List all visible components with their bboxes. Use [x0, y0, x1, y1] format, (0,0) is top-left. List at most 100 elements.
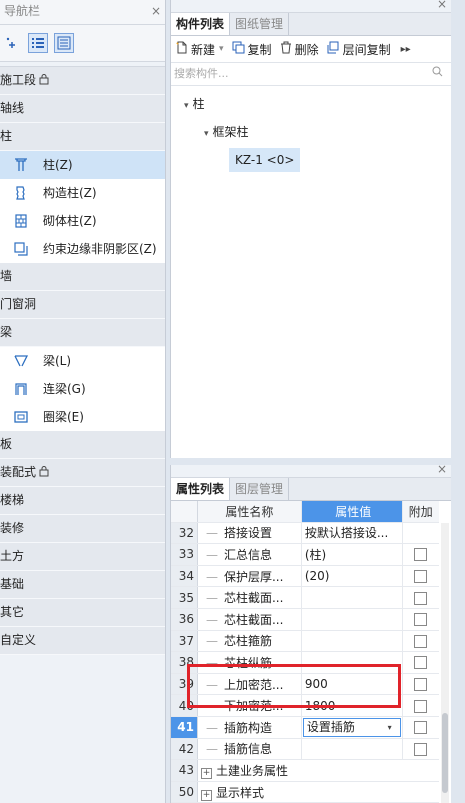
- property-group-row[interactable]: 50 + 显示样式: [171, 781, 439, 803]
- add-checkbox-cell: [402, 543, 439, 566]
- property-row[interactable]: 33— 汇总信息 (柱): [171, 543, 439, 566]
- add-checkbox-cell: [402, 673, 439, 696]
- delete-button[interactable]: 删除: [280, 41, 319, 58]
- nav-item[interactable]: 砌体柱(Z): [0, 207, 165, 235]
- copy-button[interactable]: 复制: [232, 41, 272, 58]
- property-value[interactable]: [301, 738, 403, 761]
- collapse-icon[interactable]: ▾: [204, 129, 209, 139]
- tab-property-list[interactable]: 属性列表: [171, 478, 231, 500]
- nav-title-bar: 导航栏 ×: [0, 0, 165, 25]
- nav-item[interactable]: 约束边缘非阴影区(Z): [0, 235, 165, 263]
- add-checkbox[interactable]: [414, 699, 428, 713]
- add-checkbox[interactable]: [414, 721, 428, 735]
- property-row[interactable]: 35— 芯柱截面...: [171, 586, 439, 609]
- add-checkbox[interactable]: [414, 742, 428, 756]
- add-checkbox-cell: [402, 565, 439, 588]
- property-value[interactable]: [301, 586, 403, 609]
- nav-title: 导航栏: [4, 4, 41, 18]
- row-number: 42: [171, 738, 198, 761]
- property-row[interactable]: 39— 上加密范... 900: [171, 673, 439, 696]
- property-value[interactable]: [301, 630, 403, 653]
- nav-category[interactable]: 墙: [0, 263, 165, 291]
- property-name: — 下加密范...: [197, 694, 302, 717]
- property-value[interactable]: 1800: [301, 694, 403, 717]
- coupling-beam-icon: [12, 380, 30, 398]
- dropdown-icon[interactable]: ▾: [219, 44, 224, 54]
- property-row[interactable]: 40— 下加密范... 1800: [171, 694, 439, 717]
- add-icon[interactable]: [2, 33, 22, 53]
- property-value[interactable]: 900: [301, 673, 403, 696]
- search-icon[interactable]: [432, 63, 443, 85]
- property-row[interactable]: 41— 插筋构造 设置插筋 ▾: [171, 716, 439, 739]
- ring-beam-icon: [12, 408, 30, 426]
- component-tree: ▾ 柱 ▾ 框架柱 KZ-1 <0>: [171, 86, 451, 174]
- tab-layer-management[interactable]: 图层管理: [230, 478, 290, 500]
- tab-drawing-management[interactable]: 图纸管理: [230, 13, 290, 35]
- property-row[interactable]: 34— 保护层厚... (20): [171, 565, 439, 588]
- nav-category[interactable]: 门窗洞: [0, 291, 165, 319]
- nav-category[interactable]: 梁: [0, 319, 165, 347]
- add-checkbox[interactable]: [414, 613, 428, 627]
- nav-category[interactable]: 施工段: [0, 67, 165, 95]
- beam-icon: [12, 352, 30, 370]
- nav-item[interactable]: 连梁(G): [0, 375, 165, 403]
- vertical-scrollbar[interactable]: [441, 523, 449, 803]
- property-value[interactable]: (20): [301, 565, 403, 588]
- add-checkbox[interactable]: [414, 548, 428, 562]
- nav-item[interactable]: 圈梁(E): [0, 403, 165, 431]
- property-row[interactable]: 42— 插筋信息: [171, 738, 439, 761]
- tree-node-kz1[interactable]: KZ-1 <0>: [171, 146, 451, 174]
- nav-category[interactable]: 装配式: [0, 459, 165, 487]
- add-checkbox[interactable]: [414, 591, 428, 605]
- property-row[interactable]: 37— 芯柱箍筋: [171, 630, 439, 653]
- nav-item[interactable]: 柱(Z): [0, 151, 165, 179]
- nav-category[interactable]: 土方: [0, 543, 165, 571]
- close-icon[interactable]: ×: [437, 0, 447, 11]
- property-value[interactable]: [301, 651, 403, 674]
- add-checkbox[interactable]: [414, 634, 428, 648]
- nav-category[interactable]: 基础: [0, 571, 165, 599]
- property-value[interactable]: [301, 608, 403, 631]
- add-checkbox[interactable]: [414, 570, 428, 584]
- panel-header: ×: [171, 465, 451, 478]
- list-view-icon[interactable]: [28, 33, 48, 53]
- search-input[interactable]: 搜索构件...: [171, 63, 451, 86]
- expand-icon[interactable]: +: [200, 767, 212, 779]
- row-number: 37: [171, 630, 198, 653]
- tree-node-column[interactable]: ▾ 柱: [171, 90, 451, 118]
- expand-icon[interactable]: +: [200, 789, 212, 801]
- add-checkbox[interactable]: [414, 678, 428, 692]
- floor-copy-button[interactable]: 层间复制: [327, 41, 391, 58]
- nav-item[interactable]: 梁(L): [0, 347, 165, 375]
- scrollbar-thumb[interactable]: [442, 713, 448, 793]
- more-icon[interactable]: ▸▸: [401, 44, 411, 55]
- dropdown-icon[interactable]: ▾: [388, 719, 392, 736]
- nav-category[interactable]: 柱: [0, 123, 165, 151]
- new-button[interactable]: 新建 ▾: [176, 41, 224, 58]
- collapse-icon[interactable]: ▾: [184, 101, 189, 111]
- property-row[interactable]: 36— 芯柱截面...: [171, 608, 439, 631]
- property-value[interactable]: 设置插筋 ▾: [301, 716, 403, 739]
- nav-item[interactable]: 构造柱(Z): [0, 179, 165, 207]
- tree-node-frame-column[interactable]: ▾ 框架柱: [171, 118, 451, 146]
- add-checkbox[interactable]: [414, 656, 428, 670]
- property-value[interactable]: (柱): [301, 543, 403, 566]
- close-icon[interactable]: ×: [151, 0, 161, 22]
- property-row[interactable]: 38— 芯柱纵筋: [171, 651, 439, 674]
- nav-category[interactable]: 自定义: [0, 627, 165, 655]
- property-value[interactable]: 按默认搭接设...: [301, 522, 403, 545]
- panel-header: ×: [171, 0, 451, 13]
- property-row[interactable]: 32— 搭接设置 按默认搭接设...: [171, 522, 439, 545]
- nav-category[interactable]: 楼梯: [0, 487, 165, 515]
- nav-category[interactable]: 轴线: [0, 95, 165, 123]
- row-number: 38: [171, 651, 198, 674]
- nav-category[interactable]: 装修: [0, 515, 165, 543]
- tab-component-list[interactable]: 构件列表: [171, 13, 231, 35]
- constraint-edge-icon: [12, 240, 30, 258]
- close-icon[interactable]: ×: [437, 465, 447, 476]
- nav-category[interactable]: 其它: [0, 599, 165, 627]
- property-group-row[interactable]: 43 + 土建业务属性: [171, 759, 439, 782]
- nav-category[interactable]: 板: [0, 431, 165, 459]
- detail-view-icon[interactable]: [54, 33, 74, 53]
- row-number: 50: [171, 781, 198, 803]
